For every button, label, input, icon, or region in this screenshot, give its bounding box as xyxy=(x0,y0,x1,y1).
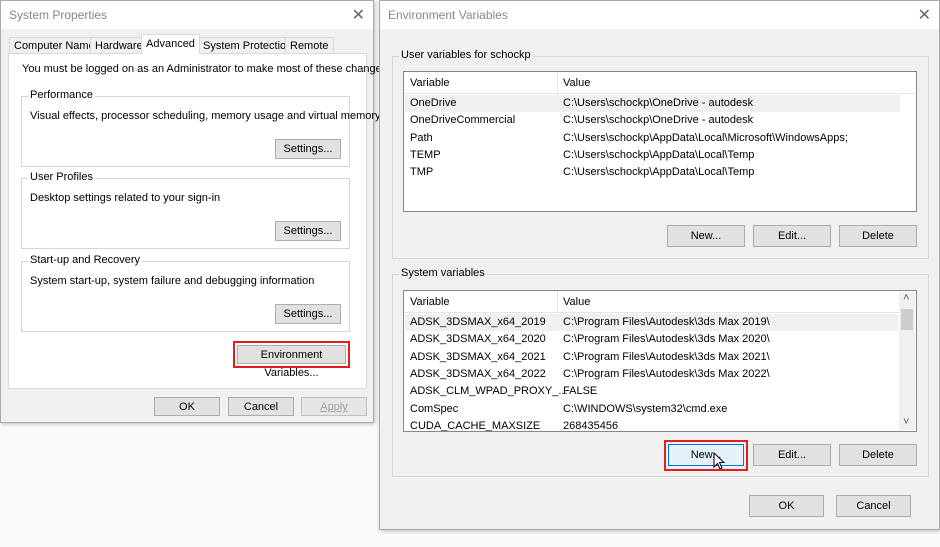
variable-name: CUDA_CACHE_MAXSIZE xyxy=(410,419,541,432)
group-label: User Profiles xyxy=(28,171,95,183)
column-value[interactable]: Value xyxy=(563,296,590,308)
group-label: Start-up and Recovery xyxy=(28,254,143,266)
list-header: Variable Value xyxy=(404,291,916,313)
variable-value: C:\Program Files\Autodesk\3ds Max 2020\ xyxy=(563,333,770,346)
close-icon[interactable]: ✕ xyxy=(918,5,931,25)
user-edit-button[interactable]: Edit... xyxy=(753,225,831,247)
user-profiles-group: User Profiles Desktop settings related t… xyxy=(21,171,350,249)
close-icon[interactable]: ✕ xyxy=(352,5,365,25)
dialog-title: System Properties xyxy=(9,8,108,22)
system-variables-list[interactable]: Variable Value ADSK_3DSMAX_x64_2019 C:\Pr… xyxy=(403,290,917,432)
scrollbar[interactable]: ˄ ˅ xyxy=(899,292,915,430)
user-delete-button[interactable]: Delete xyxy=(839,225,917,247)
scroll-up-icon[interactable]: ˄ xyxy=(903,292,909,304)
variable-name: Path xyxy=(410,131,433,144)
table-row[interactable]: ADSK_3DSMAX_x64_2020 C:\Program Files\Aut… xyxy=(405,331,898,348)
user-variables-list[interactable]: Variable Value OneDrive C:\Users\schockp\… xyxy=(403,71,917,212)
table-row[interactable]: ComSpec C:\WINDOWS\system32\cmd.exe xyxy=(405,401,898,418)
variable-value: C:\Users\schockp\OneDrive - autodesk xyxy=(563,114,754,127)
column-value[interactable]: Value xyxy=(563,77,590,89)
user-profiles-settings-button[interactable]: Settings... xyxy=(275,221,341,241)
group-description: Visual effects, processor scheduling, me… xyxy=(30,110,381,122)
variable-name: TMP xyxy=(410,166,434,179)
table-row[interactable]: OneDriveCommercial C:\Users\schockp\OneDr… xyxy=(405,112,900,129)
table-row[interactable]: CUDA_CACHE_MAXSIZE 268435456 xyxy=(405,418,898,432)
variable-value: C:\Users\schockp\AppData\Local\Microsoft… xyxy=(563,131,848,144)
apply-button[interactable]: Apply xyxy=(301,397,367,416)
ok-button[interactable]: OK xyxy=(154,397,220,416)
group-description: System start-up, system failure and debu… xyxy=(30,275,315,287)
performance-group: Performance Visual effects, processor sc… xyxy=(21,89,381,167)
system-new-button[interactable]: New... xyxy=(668,444,744,466)
table-row[interactable]: ADSK_CLM_WPAD_PROXY_... FALSE xyxy=(405,383,898,400)
group-label: Performance xyxy=(28,89,95,101)
table-row[interactable]: ADSK_3DSMAX_x64_2022 C:\Program Files\Aut… xyxy=(405,366,898,383)
ok-button[interactable]: OK xyxy=(749,495,824,517)
tab-hardware[interactable]: Hardware xyxy=(90,37,148,53)
variable-value: C:\Program Files\Autodesk\3ds Max 2019\ xyxy=(563,316,770,328)
variable-name: ADSK_3DSMAX_x64_2022 xyxy=(410,367,546,380)
variable-name: ADSK_3DSMAX_x64_2021 xyxy=(410,350,546,363)
list-header: Variable Value xyxy=(404,72,916,94)
performance-settings-button[interactable]: Settings... xyxy=(275,139,341,159)
tab-system-protection[interactable]: System Protection xyxy=(198,37,298,53)
variable-name: OneDriveCommercial xyxy=(410,114,516,127)
variable-name: ADSK_CLM_WPAD_PROXY_... xyxy=(410,385,568,398)
user-new-button[interactable]: New... xyxy=(667,225,745,247)
table-row[interactable]: ADSK_3DSMAX_x64_2021 C:\Program Files\Aut… xyxy=(405,349,898,366)
tab-remote[interactable]: Remote xyxy=(285,37,334,53)
variable-name: TEMP xyxy=(410,148,441,161)
variable-value: C:\Users\schockp\AppData\Local\Temp xyxy=(563,148,755,161)
cancel-button[interactable]: Cancel xyxy=(836,495,911,517)
scrollbar-thumb[interactable] xyxy=(901,309,913,330)
system-delete-button[interactable]: Delete xyxy=(839,444,917,466)
table-row[interactable]: TMP C:\Users\schockp\AppData\Local\Temp xyxy=(405,164,900,181)
admin-notice: You must be logged on as an Administrato… xyxy=(22,63,391,75)
table-row[interactable]: OneDrive C:\Users\schockp\OneDrive - auto… xyxy=(405,95,900,112)
mouse-cursor-icon xyxy=(713,452,726,470)
variable-value: C:\Program Files\Autodesk\3ds Max 2021\ xyxy=(563,350,770,363)
variable-value: C:\Users\schockp\OneDrive - autodesk xyxy=(563,97,754,109)
variable-name: OneDrive xyxy=(410,97,457,109)
system-properties-dialog: System Properties ✕ Computer Name Hardwa… xyxy=(0,0,390,423)
variable-value: FALSE xyxy=(563,385,598,398)
variable-value: C:\Program Files\Autodesk\3ds Max 2022\ xyxy=(563,367,770,380)
table-row[interactable]: Path C:\Users\schockp\AppData\Local\Micro… xyxy=(405,130,900,147)
scroll-down-icon[interactable]: ˅ xyxy=(903,416,909,428)
table-row[interactable]: ADSK_3DSMAX_x64_2019 C:\Program Files\Aut… xyxy=(405,314,898,331)
environment-variables-dialog: Environment Variables ✕ User variables f… xyxy=(379,0,940,530)
variable-name: ADSK_3DSMAX_x64_2020 xyxy=(410,333,546,346)
column-variable[interactable]: Variable xyxy=(410,77,450,89)
variable-value: 268435456 xyxy=(563,419,619,432)
title-bar: System Properties xyxy=(1,1,373,29)
variable-name: ComSpec xyxy=(410,402,459,415)
group-label: User variables for schockp xyxy=(399,49,533,61)
cancel-button[interactable]: Cancel xyxy=(228,397,294,416)
group-label: System variables xyxy=(399,267,487,279)
tab-computer-name[interactable]: Computer Name xyxy=(9,37,100,53)
startup-settings-button[interactable]: Settings... xyxy=(275,304,341,324)
table-row[interactable]: TEMP C:\Users\schockp\AppData\Local\Temp xyxy=(405,147,900,164)
environment-variables-button[interactable]: Environment Variables... xyxy=(237,345,346,379)
group-description: Desktop settings related to your sign-in xyxy=(30,192,221,204)
system-edit-button[interactable]: Edit... xyxy=(753,444,831,466)
variable-value: C:\Users\schockp\AppData\Local\Temp xyxy=(563,166,755,179)
column-variable[interactable]: Variable xyxy=(410,296,450,308)
dialog-title: Environment Variables xyxy=(388,8,508,22)
tab-advanced[interactable]: Advanced xyxy=(141,34,200,54)
startup-recovery-group: Start-up and Recovery System start-up, s… xyxy=(21,254,350,332)
variable-name: ADSK_3DSMAX_x64_2019 xyxy=(410,316,546,328)
variable-value: C:\WINDOWS\system32\cmd.exe xyxy=(563,402,728,415)
title-bar: Environment Variables xyxy=(380,1,939,29)
